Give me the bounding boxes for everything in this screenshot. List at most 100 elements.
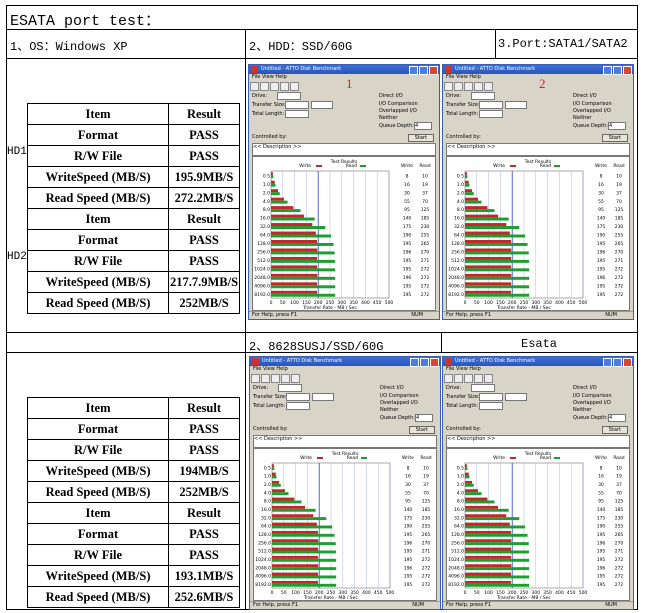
transfer-size-select[interactable] (479, 393, 503, 401)
neither-option[interactable]: Neither (573, 407, 591, 413)
io-comparison-option[interactable]: I/O Comparison (573, 101, 612, 107)
write-value-label: 55 (598, 490, 604, 496)
read-bar (271, 268, 336, 272)
start-button[interactable]: Start (601, 426, 628, 434)
transfer-size-max-select[interactable] (505, 101, 527, 109)
transfer-size-max-select[interactable] (312, 393, 334, 401)
write-bar (465, 223, 507, 227)
write-bar (272, 514, 314, 518)
benchmark-window: Untitled - ATTO Disk Benchmark File View … (248, 64, 440, 320)
write-bar (271, 197, 284, 201)
read-value-label: 70 (616, 490, 622, 496)
read-bar (271, 192, 280, 196)
window-title: Untitled - ATTO Disk Benchmark (455, 358, 536, 364)
direct-io-option[interactable]: Direct I/O (380, 385, 404, 391)
total-length-select[interactable] (285, 110, 309, 118)
description-input[interactable]: << Description >> (252, 143, 436, 156)
test-results-chart: Test Results Write Read Write Read 0.5 8 10 1.0 1… (446, 156, 630, 311)
neither-option[interactable]: Neither (573, 115, 591, 121)
transfer-size-tick: 32.0 (454, 224, 464, 230)
close-icon[interactable] (623, 358, 632, 367)
start-button[interactable]: Start (408, 426, 435, 434)
drive-select[interactable] (471, 384, 495, 392)
transfer-size-tick: 4.0 (264, 490, 271, 496)
result-cell: 252.6MB/S (168, 586, 240, 608)
transfer-size-max-select[interactable] (505, 393, 527, 401)
grid-line (6, 58, 638, 59)
write-bar (465, 472, 469, 476)
read-bar (465, 467, 468, 471)
direct-io-option[interactable]: Direct I/O (573, 385, 597, 391)
minimize-icon[interactable] (603, 66, 612, 75)
read-value-label: 272 (421, 292, 430, 298)
read-value-label: 272 (615, 283, 624, 289)
transfer-size-max-select[interactable] (311, 101, 333, 109)
queue-depth-select[interactable]: 4 (415, 414, 433, 422)
maximize-icon[interactable] (613, 358, 622, 367)
total-length-select[interactable] (479, 402, 503, 410)
maximize-icon[interactable] (613, 66, 622, 75)
read-bar (271, 217, 315, 221)
write-bar (271, 282, 318, 286)
write-value-label: 196 (404, 540, 413, 546)
read-bar (271, 251, 335, 255)
read-bar (271, 226, 326, 229)
maximize-icon[interactable] (420, 358, 429, 367)
minimize-icon[interactable] (409, 66, 418, 75)
close-icon[interactable] (623, 66, 632, 75)
direct-io-option[interactable]: Direct I/O (379, 93, 403, 99)
item-header: Item (27, 103, 169, 125)
overlapped-io-option[interactable]: Overlapped I/O (573, 108, 611, 114)
overlapped-io-option[interactable]: Overlapped I/O (380, 400, 418, 406)
write-value-label: 95 (405, 499, 411, 505)
overlapped-io-option[interactable]: Overlapped I/O (573, 400, 611, 406)
write-legend-swatch (317, 457, 323, 459)
drive-label: Drive: (253, 385, 269, 391)
transfer-size-tick: 2.0 (264, 482, 271, 488)
description-input[interactable]: << Description >> (446, 143, 630, 156)
queue-depth-select[interactable]: 4 (414, 122, 432, 130)
io-comparison-option[interactable]: I/O Comparison (380, 393, 419, 399)
x-tick-label: 450 (567, 590, 576, 596)
write-value-label: 190 (597, 524, 606, 530)
minimize-icon[interactable] (603, 358, 612, 367)
status-text: For Help, press F1 (252, 312, 298, 318)
description-input[interactable]: << Description >> (253, 435, 437, 448)
description-input[interactable]: << Description >> (446, 435, 630, 448)
write-value-label: 16 (405, 474, 411, 480)
drive-select[interactable] (277, 92, 301, 100)
transfer-size-select[interactable] (285, 101, 309, 109)
close-icon[interactable] (429, 66, 438, 75)
drive-select[interactable] (471, 92, 495, 100)
table-row: Format PASS (27, 523, 240, 545)
transfer-size-select[interactable] (286, 393, 310, 401)
write-bar (465, 282, 512, 286)
read-bar (465, 259, 529, 263)
io-comparison-option[interactable]: I/O Comparison (573, 393, 612, 399)
toolbar (250, 373, 440, 383)
drive-select[interactable] (278, 384, 302, 392)
total-length-select[interactable] (286, 402, 310, 410)
transfer-size-select[interactable] (479, 101, 503, 109)
maximize-icon[interactable] (419, 66, 428, 75)
start-button[interactable]: Start (601, 134, 628, 142)
window-controls (602, 66, 632, 79)
x-tick-label: 450 (374, 590, 383, 596)
write-column-header: Write (595, 455, 607, 461)
read-value-label: 272 (615, 574, 624, 580)
io-comparison-option[interactable]: I/O Comparison (379, 101, 418, 107)
queue-depth-select[interactable]: 4 (608, 414, 626, 422)
minimize-icon[interactable] (410, 358, 419, 367)
write-value-label: 195 (403, 266, 412, 272)
start-button[interactable]: Start (407, 134, 434, 142)
total-length-label: Total Length: (446, 403, 479, 409)
direct-io-option[interactable]: Direct I/O (573, 93, 597, 99)
close-icon[interactable] (430, 358, 439, 367)
read-bar (271, 285, 336, 289)
queue-depth-select[interactable]: 4 (608, 122, 626, 130)
neither-option[interactable]: Neither (379, 115, 397, 121)
write-bar (271, 273, 318, 277)
total-length-select[interactable] (479, 110, 503, 118)
neither-option[interactable]: Neither (380, 407, 398, 413)
overlapped-io-option[interactable]: Overlapped I/O (379, 108, 417, 114)
